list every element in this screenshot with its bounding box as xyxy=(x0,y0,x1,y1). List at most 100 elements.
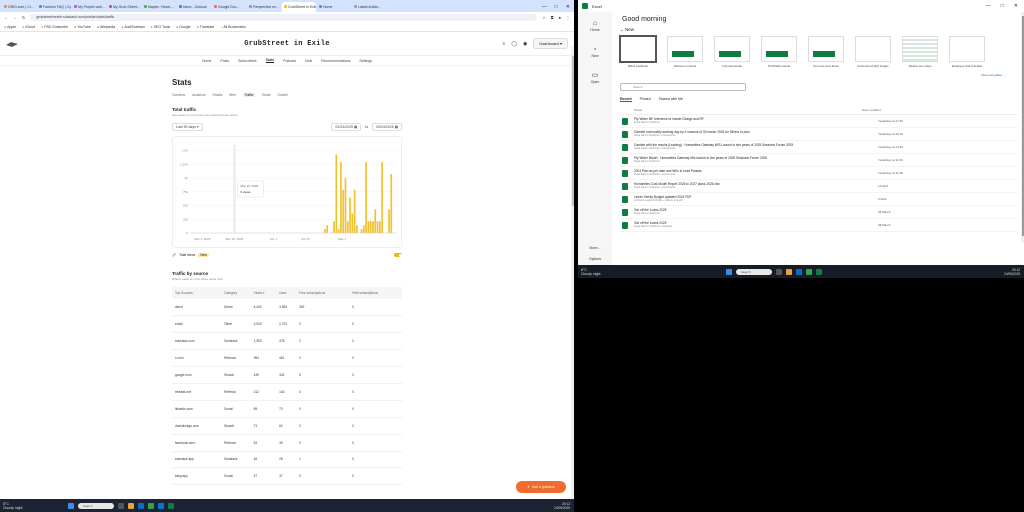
search-icon[interactable]: ⌕ xyxy=(503,41,506,47)
back-icon[interactable]: ← xyxy=(4,15,8,20)
file-tab-shared-with-me[interactable]: Shared with Me xyxy=(659,97,683,102)
file-row[interactable]: Humanities Cost Model Report 2025 to 202… xyxy=(620,180,1018,193)
table-row[interactable]: substack.com Substack 1,393 478 2 0 xyxy=(172,332,402,351)
new-section-header[interactable]: ⌄ New xyxy=(620,27,1018,33)
bookmark-item[interactable]: All Bookmarks xyxy=(220,25,245,29)
nav-item-podcast[interactable]: Podcast xyxy=(283,59,296,63)
browser-tab[interactable]: Fandom FAQ | Cy... xyxy=(37,2,71,12)
bookmark-item[interactable]: Add/Subtract xyxy=(121,25,144,29)
browser-tab[interactable]: GRID.com | Cl... xyxy=(2,2,36,12)
file-row[interactable]: Get off the Loans 2025 Rupa Ravi's OneDri… xyxy=(620,219,1018,232)
file-row[interactable]: Gamble with the results (Leading) - Huma… xyxy=(620,141,1018,154)
task-view-icon[interactable] xyxy=(776,268,782,275)
browser-tab[interactable]: Inbox - Outlook xyxy=(177,2,211,12)
forward-icon[interactable]: → xyxy=(13,15,17,20)
page-scrollbar[interactable] xyxy=(571,46,574,499)
file-row[interactable]: Leeds Family Budget updated 2024 FDF Arch… xyxy=(620,193,1018,206)
taskbar-search[interactable]: Search xyxy=(736,268,772,275)
edge-icon[interactable] xyxy=(796,268,802,275)
range-dropdown[interactable]: Last 90 days ▾ xyxy=(172,123,203,131)
rail-new[interactable]: ▫ New xyxy=(578,38,612,64)
template-item[interactable]: PivotTable tutorial xyxy=(761,36,797,68)
minimize-icon[interactable]: — xyxy=(986,3,991,9)
edge-icon[interactable] xyxy=(138,502,144,509)
file-search-input[interactable]: Search xyxy=(620,83,746,91)
stats-tab-emails[interactable]: Emails xyxy=(213,93,223,97)
table-row[interactable]: email Other 3,943 2,703 2 0 xyxy=(172,315,402,334)
start-icon[interactable] xyxy=(68,502,74,509)
browser-tab[interactable]: Maybe / News ... xyxy=(142,2,176,12)
file-row[interactable]: Pty Wider MF reference to Insider Design… xyxy=(620,115,1018,128)
column-header[interactable]: Paid subscriptions xyxy=(349,287,402,299)
avatar[interactable]: ◉ xyxy=(523,41,527,47)
views-toggle[interactable] xyxy=(394,253,402,257)
column-header[interactable]: Category xyxy=(221,287,251,299)
close-icon[interactable]: ✕ xyxy=(1014,3,1018,9)
browser-tab[interactable]: My Project web... xyxy=(72,2,106,12)
file-explorer-icon[interactable] xyxy=(128,502,134,509)
bookmark-item[interactable]: Wikipedia xyxy=(97,25,115,29)
browser-tab[interactable]: GrubStreet in Exile xyxy=(282,2,316,12)
table-row[interactable]: x.com Referral 994 461 2 0 xyxy=(172,349,402,368)
browser-tab[interactable]: Home xyxy=(317,2,351,12)
url-input[interactable]: grubstreetinexile.substack.com/publish/s… xyxy=(30,14,538,21)
file-tab-pinned[interactable]: Pinned xyxy=(640,97,651,102)
nav-item-stats[interactable]: Stats xyxy=(265,58,275,63)
close-icon[interactable]: ✕ xyxy=(566,2,570,12)
table-row[interactable]: bsky.app Social 37 37 0 0 xyxy=(172,467,402,486)
ask-question-button[interactable]: ✦ Ask a question xyxy=(516,481,566,493)
rail-open[interactable]: ▭ Open xyxy=(578,64,612,90)
template-item[interactable]: Weekly time sheet xyxy=(902,36,938,68)
nav-item-subscribers[interactable]: Subscribers xyxy=(238,59,256,63)
nav-item-posts[interactable]: Posts xyxy=(220,59,229,63)
column-header[interactable]: Free subscriptions xyxy=(296,287,350,299)
stats-tab-audience[interactable]: Audience xyxy=(192,93,205,97)
file-row[interactable]: 2024 Plan as per date and Who is Lead Pa… xyxy=(620,167,1018,180)
column-header[interactable]: Top Sources xyxy=(172,287,222,299)
file-tab-recent[interactable]: Recent xyxy=(620,97,632,102)
template-item[interactable]: Welcome to Excel xyxy=(667,36,703,68)
from-date-input[interactable]: 02/24/2025 ▦ xyxy=(331,123,362,131)
weather-widget[interactable]: 8°C Cloudy night xyxy=(581,268,600,276)
table-row[interactable]: google.com Search 439 342 5 0 xyxy=(172,366,402,384)
bookmark-item[interactable]: PSD Subscribe xyxy=(41,25,68,29)
start-icon[interactable] xyxy=(726,268,732,275)
menu-icon[interactable]: ⋮ xyxy=(566,15,570,20)
stats-tab-overview[interactable]: Overview xyxy=(172,93,185,97)
template-item[interactable]: Formula tutorial xyxy=(714,36,750,68)
weather-widget[interactable]: 8°C Cloudy night xyxy=(3,502,22,510)
date-column[interactable]: Date modified xyxy=(862,108,881,112)
template-item[interactable]: Get more from Excel xyxy=(808,36,844,68)
file-row[interactable]: Gamble commodity working day by 4 reason… xyxy=(620,128,1018,141)
column-header[interactable]: Uses xyxy=(276,287,297,299)
column-header[interactable]: Views ▾ xyxy=(250,287,277,299)
profile-icon[interactable]: ● xyxy=(559,15,561,20)
excel-icon[interactable] xyxy=(168,502,174,509)
table-row[interactable]: linkedin.com Social 89 73 0 0 xyxy=(172,400,402,418)
browser-tab[interactable]: Latest Article... xyxy=(352,2,386,12)
stats-tab-web[interactable]: Web xyxy=(229,93,236,97)
template-item[interactable]: Employee shift schedule xyxy=(949,36,985,68)
stats-tab-traffic[interactable]: Traffic xyxy=(242,93,256,97)
clock[interactable]: 20:12 24/05/2025 xyxy=(554,502,570,510)
minimize-icon[interactable]: — xyxy=(542,2,547,12)
file-row[interactable]: Pty Wider Model - Humanities Gateway Mis… xyxy=(620,154,1018,167)
table-row[interactable]: substack app Substack 46 28 1 0 xyxy=(172,451,402,469)
bookmark-item[interactable]: Translate xyxy=(197,25,214,29)
file-row[interactable]: Get off the Loans 2025 Rupa Ravi's OneDri… xyxy=(620,206,1018,219)
clock[interactable]: 20:12 24/05/2025 xyxy=(1004,268,1020,276)
table-row[interactable]: threads.net Referral 212 143 4 0 xyxy=(172,383,402,401)
site-title[interactable]: GrubStreet in Exile xyxy=(0,40,574,48)
reload-icon[interactable]: ↻ xyxy=(22,15,25,20)
bookmark-item[interactable]: iCloud xyxy=(22,25,35,29)
more-templates-link[interactable]: More templates → xyxy=(620,73,1006,77)
bookmark-item[interactable]: SEO Tools xyxy=(151,25,170,29)
nav-item-chat[interactable]: Chat xyxy=(305,59,312,63)
table-row[interactable]: facebook.com Referral 53 39 0 0 xyxy=(172,434,402,452)
browser-tab[interactable]: My Grub Street... xyxy=(107,2,141,12)
stats-tab-email[interactable]: Email xyxy=(262,93,270,97)
taskbar-search[interactable]: Search xyxy=(78,502,114,509)
maximize-icon[interactable]: □ xyxy=(1001,3,1004,9)
stats-tab-growth[interactable]: Growth xyxy=(277,93,287,97)
star-icon[interactable]: ☆ xyxy=(542,15,546,20)
